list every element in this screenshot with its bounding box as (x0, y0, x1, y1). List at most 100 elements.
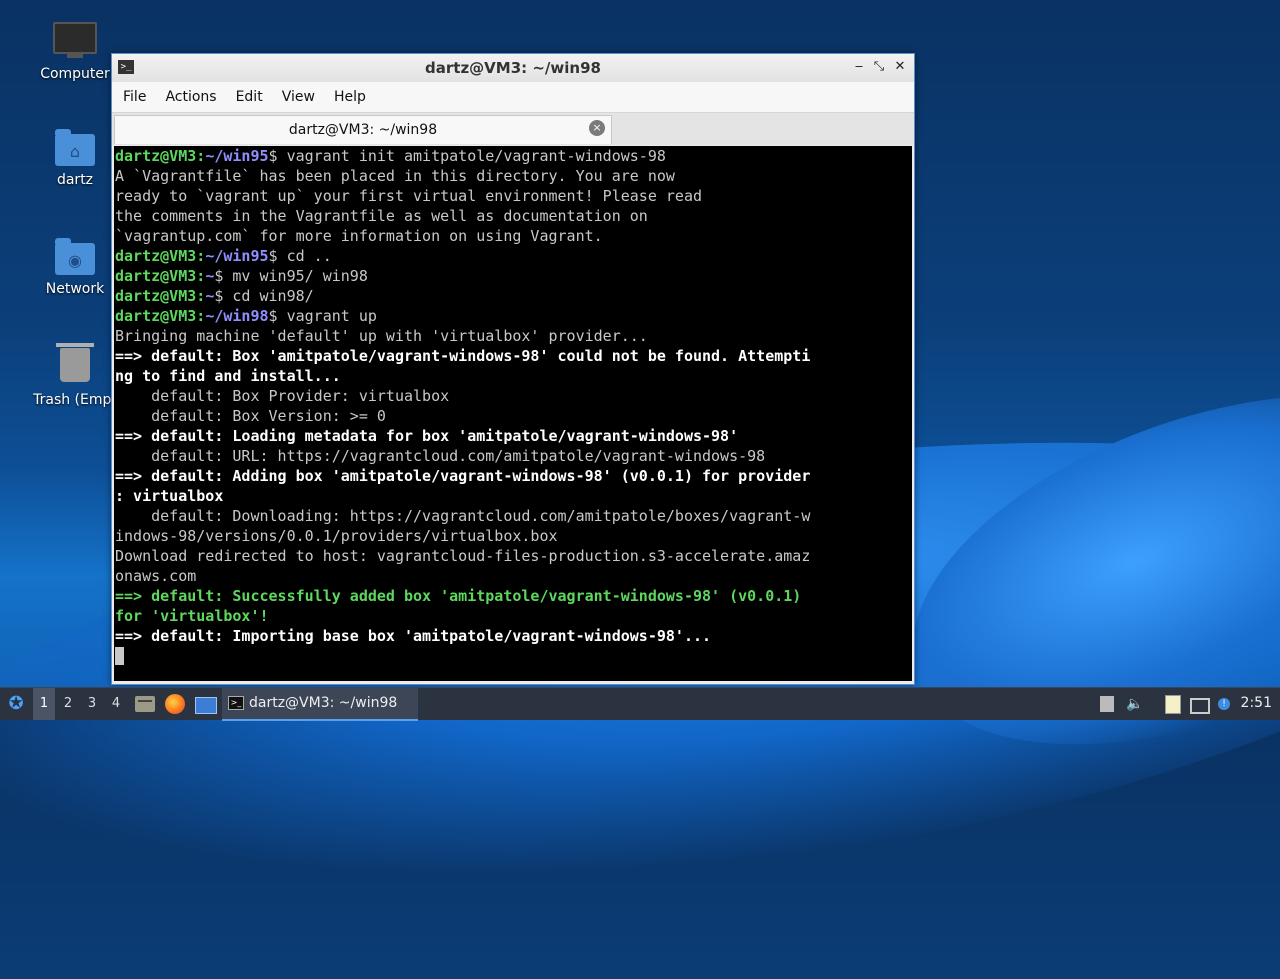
menu-bar: File Actions Edit View Help (112, 82, 914, 112)
terminal-line: default: Box Version: >= 0 (115, 406, 912, 426)
output-text: ==> default: Box 'amitpatole/vagrant-win… (115, 347, 811, 365)
terminal-line: ==> default: Importing base box 'amitpat… (115, 626, 912, 646)
terminal-line: dartz@VM3:~/win95$ vagrant init amitpato… (115, 146, 912, 166)
output-text: for 'virtualbox'! (115, 607, 269, 625)
terminal-line: for 'virtualbox'! (115, 606, 912, 626)
terminal-line: ==> default: Box 'amitpatole/vagrant-win… (115, 346, 912, 366)
command-text: cd win98/ (223, 287, 314, 305)
terminal-line (115, 646, 912, 666)
tab-label: dartz@VM3: ~/win98 (288, 122, 438, 138)
prompt-separator: : (196, 287, 206, 305)
desktop-icon-label: Network (45, 281, 105, 297)
menu-view[interactable]: View (275, 89, 327, 105)
terminal-line: default: Box Provider: virtualbox (115, 386, 912, 406)
minimize-button[interactable]: ‒ (849, 57, 869, 77)
command-text: vagrant up (277, 307, 377, 325)
prompt-path: ~ (205, 267, 215, 285)
menu-help[interactable]: Help (327, 89, 378, 105)
tab-bar: dartz@VM3: ~/win98 × (112, 112, 914, 145)
output-text: default: URL: https://vagrantcloud.com/a… (115, 447, 766, 465)
prompt-separator: : (196, 247, 206, 265)
network-status-icon[interactable] (1097, 694, 1117, 714)
menu-file[interactable]: File (116, 89, 158, 105)
clock[interactable]: 2:51 (1241, 695, 1272, 711)
menu-actions[interactable]: Actions (158, 89, 228, 105)
desktop-icon-network[interactable]: ◉ Network (30, 237, 120, 297)
file-manager-icon[interactable] (134, 693, 156, 715)
display-icon[interactable] (1190, 694, 1210, 714)
terminal-line: ==> default: Successfully added box 'ami… (115, 586, 912, 606)
maximize-button[interactable]: ⤡ (869, 57, 889, 77)
prompt-symbol: $ (268, 307, 278, 325)
output-text: A `Vagrantfile` has been placed in this … (115, 167, 675, 185)
prompt-user: dartz@VM3 (115, 267, 197, 285)
desktop-icon-label: dartz (56, 172, 94, 188)
desktop-icon-trash[interactable]: Trash (Empt (30, 343, 120, 408)
workspace-4[interactable]: 4 (105, 688, 127, 720)
desktop-icon-label: Computer (40, 66, 110, 82)
output-text: ==> default: Successfully added box 'ami… (115, 587, 802, 605)
terminal-line: dartz@VM3:~/win95$ cd .. (115, 246, 912, 266)
output-text: : virtualbox (115, 487, 224, 505)
prompt-path: ~/win95 (205, 247, 269, 265)
terminal-line: : virtualbox (115, 486, 912, 506)
output-text: ==> default: Adding box 'amitpatole/vagr… (115, 467, 811, 485)
tab-close-icon[interactable]: × (589, 120, 605, 136)
command-text: cd .. (277, 247, 332, 265)
window-titlebar[interactable]: >_ dartz@VM3: ~/win98 ‒ ⤡ ✕ (112, 54, 914, 82)
terminal-line: Bringing machine 'default' up with 'virt… (115, 326, 912, 346)
workspace-3[interactable]: 3 (81, 688, 103, 720)
terminal-line: dartz@VM3:~/win98$ vagrant up (115, 306, 912, 326)
prompt-path: ~/win95 (205, 147, 269, 165)
computer-icon (53, 22, 97, 62)
prompt-user: dartz@VM3 (115, 247, 197, 265)
terminal-line: ==> default: Loading metadata for box 'a… (115, 426, 912, 446)
terminal-window[interactable]: >_ dartz@VM3: ~/win98 ‒ ⤡ ✕ File Actions… (111, 53, 915, 685)
workspace-2[interactable]: 2 (57, 688, 79, 720)
window-title: dartz@VM3: ~/win98 (425, 59, 601, 77)
terminal-line: the comments in the Vagrantfile as well … (115, 206, 912, 226)
terminal-line: dartz@VM3:~$ mv win95/ win98 (115, 266, 912, 286)
start-menu-icon[interactable]: ✪ (5, 693, 27, 715)
menu-edit[interactable]: Edit (229, 89, 275, 105)
terminal-output[interactable]: dartz@VM3:~/win95$ vagrant init amitpato… (114, 146, 912, 681)
volume-icon[interactable]: 🔈 (1125, 694, 1145, 714)
output-text: ==> default: Importing base box 'amitpat… (115, 627, 712, 645)
home-folder-icon: ⌂ (53, 128, 97, 168)
output-text: the comments in the Vagrantfile as well … (115, 207, 648, 225)
terminal-line: indows-98/versions/0.0.1/providers/virtu… (115, 526, 912, 546)
notification-icon[interactable]: ! (1214, 694, 1234, 714)
taskbar: ✪ 1 2 3 4 >_ dartz@VM3: ~/win98 🔈 ! 2:51 (0, 687, 1280, 721)
trash-icon (53, 343, 97, 388)
prompt-path: ~/win98 (205, 307, 269, 325)
output-text: ready to `vagrant up` your first virtual… (115, 187, 702, 205)
terminal-line: default: URL: https://vagrantcloud.com/a… (115, 446, 912, 466)
output-text: Download redirected to host: vagrantclou… (115, 547, 811, 565)
tab-terminal[interactable]: dartz@VM3: ~/win98 × (114, 115, 612, 144)
terminal-icon: >_ (228, 696, 244, 710)
output-text: ==> default: Loading metadata for box 'a… (115, 427, 739, 445)
prompt-user: dartz@VM3 (115, 147, 197, 165)
desktop-icon-computer[interactable]: Computer (30, 18, 120, 82)
task-label: dartz@VM3: ~/win98 (249, 695, 398, 711)
terminal-cursor (115, 647, 124, 665)
terminal-line: ng to find and install... (115, 366, 912, 386)
firefox-icon[interactable] (164, 693, 186, 715)
output-text: indows-98/versions/0.0.1/providers/virtu… (115, 527, 558, 545)
output-text: default: Box Version: >= 0 (115, 407, 386, 425)
close-button[interactable]: ✕ (890, 57, 910, 77)
workspace-1[interactable]: 1 (33, 688, 55, 720)
prompt-separator: : (196, 307, 206, 325)
taskbar-task-terminal[interactable]: >_ dartz@VM3: ~/win98 (222, 688, 418, 721)
output-text: `vagrantup.com` for more information on … (115, 227, 603, 245)
output-text: Bringing machine 'default' up with 'virt… (115, 327, 648, 345)
output-text: default: Downloading: https://vagrantclo… (115, 507, 811, 525)
desktop-icon[interactable] (194, 693, 217, 715)
prompt-separator: : (196, 267, 206, 285)
desktop-icon-label: Trash (Empt (33, 392, 117, 408)
output-text: onaws.com (115, 567, 197, 585)
prompt-user: dartz@VM3 (115, 307, 197, 325)
desktop-icon-home[interactable]: ⌂ dartz (30, 128, 120, 188)
clipboard-icon[interactable] (1163, 694, 1183, 714)
terminal-line: onaws.com (115, 566, 912, 586)
